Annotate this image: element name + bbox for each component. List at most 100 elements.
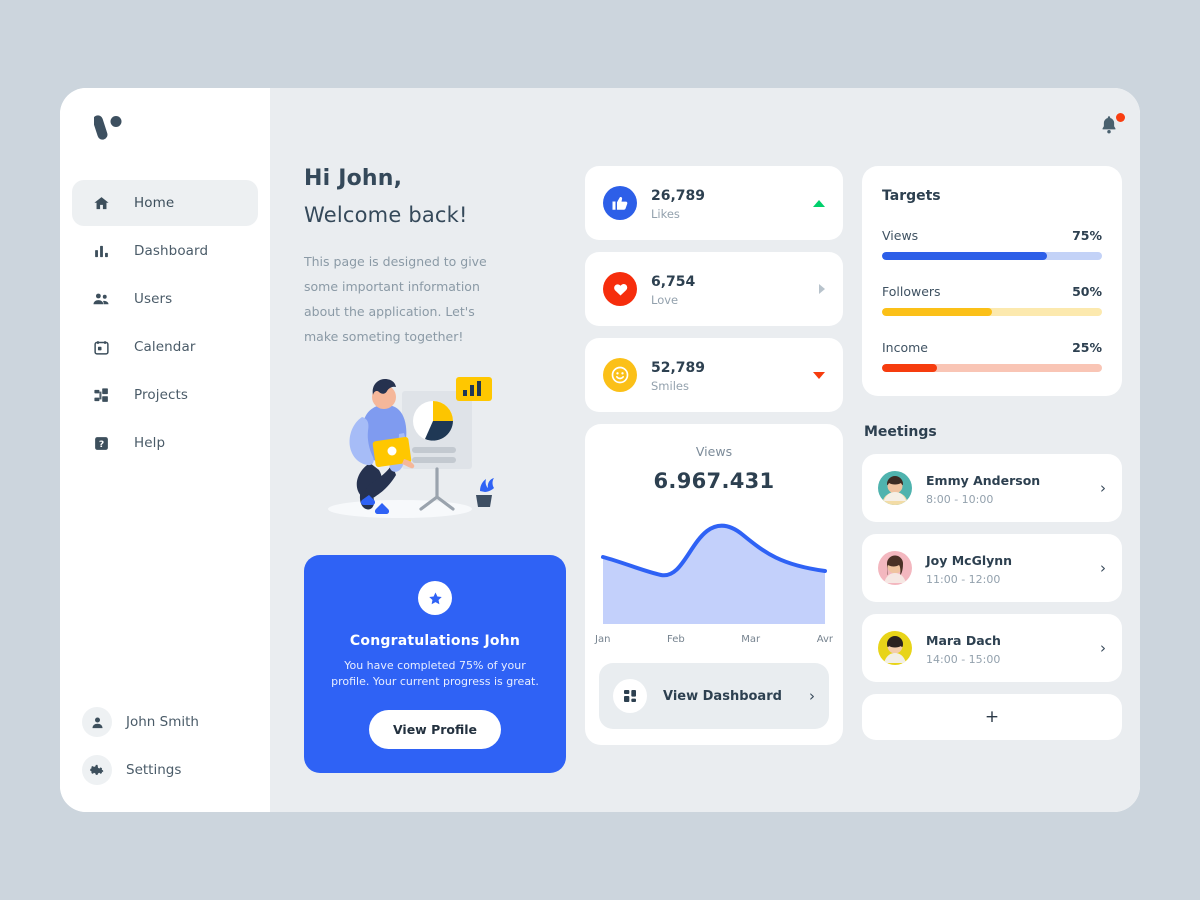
projects-icon: [90, 384, 112, 406]
add-meeting-button[interactable]: +: [862, 694, 1122, 740]
svg-text:?: ?: [98, 439, 103, 450]
sidebar-item-profile[interactable]: John Smith: [72, 698, 258, 746]
sidebar-item-settings[interactable]: Settings: [72, 746, 258, 794]
sidebar-item-label: Home: [134, 195, 175, 211]
view-dashboard-label: View Dashboard: [663, 688, 782, 704]
meeting-name: Mara Dach: [926, 633, 1001, 648]
x-tick-label: Jan: [595, 634, 611, 645]
views-chart-xaxis: Jan Feb Mar Avr: [585, 628, 843, 645]
target-label: Income: [882, 340, 928, 355]
stat-value: 52,789: [651, 360, 706, 376]
dashboard-columns: Hi John, Welcome back! This page is desi…: [304, 166, 1122, 812]
congratulations-card: Congratulations John You have completed …: [304, 555, 566, 773]
users-icon: [90, 288, 112, 310]
targets-title: Targets: [882, 188, 941, 204]
meeting-time: 8:00 - 10:00: [926, 493, 994, 506]
progress-fill: [882, 364, 937, 372]
meetings-title: Meetings: [864, 424, 937, 440]
topbar: [304, 88, 1125, 166]
sidebar-item-label: Projects: [134, 387, 189, 403]
sidebar-item-projects[interactable]: Projects: [72, 372, 258, 418]
meeting-name: Joy McGlynn: [926, 553, 1013, 568]
target-row-followers: Followers 50%: [882, 284, 1102, 316]
sidebar-bottom: John Smith Settings: [72, 698, 258, 794]
stat-card-love[interactable]: 6,754 Love: [585, 252, 843, 326]
progress-track: [882, 364, 1102, 372]
greeting-hi: Hi John,: [304, 166, 403, 191]
progress-fill: [882, 252, 1047, 260]
plus-icon: +: [984, 707, 1000, 727]
view-profile-button[interactable]: View Profile: [368, 710, 502, 749]
trend-up-icon: [813, 199, 825, 207]
sidebar-item-dashboard[interactable]: Dashboard: [72, 228, 258, 274]
star-icon: [418, 581, 452, 615]
meeting-time: 14:00 - 15:00: [926, 653, 1001, 666]
calendar-icon: [90, 336, 112, 358]
x-tick-label: Avr: [816, 634, 833, 645]
greeting-welcome: Welcome back!: [304, 203, 468, 227]
target-percent: 50%: [1072, 284, 1102, 299]
app-window: Home Dashboard Users Calendar Projects ?…: [60, 88, 1140, 812]
sidebar-item-home[interactable]: Home: [72, 180, 258, 226]
targets-card: Targets Views 75% Followers 50% Income 2…: [862, 166, 1122, 396]
heart-icon: [603, 272, 637, 306]
greeting-description: This page is designed to give some impor…: [304, 254, 487, 344]
sidebar-item-label: Help: [134, 435, 166, 451]
stat-card-smiles[interactable]: 52,789 Smiles: [585, 338, 843, 412]
gear-icon: [82, 755, 112, 785]
notifications-button[interactable]: [1098, 113, 1125, 140]
trend-flat-icon: [819, 284, 825, 294]
sidebar-item-calendar[interactable]: Calendar: [72, 324, 258, 370]
progress-fill: [882, 308, 992, 316]
sidebar-item-label: Calendar: [134, 339, 196, 355]
views-chart-value: 6.967.431: [653, 469, 775, 493]
x-tick-label: Mar: [741, 634, 761, 645]
thumbs-up-icon: [603, 186, 637, 220]
bar-chart-icon: [90, 240, 112, 262]
stat-label: Likes: [651, 207, 680, 221]
notification-badge: [1116, 113, 1125, 122]
congratulations-title: Congratulations John: [349, 633, 521, 649]
sidebar-item-users[interactable]: Users: [72, 276, 258, 322]
target-percent: 75%: [1072, 228, 1102, 243]
target-row-income: Income 25%: [882, 340, 1102, 372]
area-chart-svg: [601, 523, 827, 624]
illustration: [300, 363, 566, 527]
congratulations-text: You have completed 75% of your profile. …: [331, 659, 539, 688]
progress-track: [882, 308, 1102, 316]
target-percent: 25%: [1072, 340, 1102, 355]
help-icon: ?: [90, 432, 112, 454]
stat-value: 26,789: [651, 188, 706, 204]
view-dashboard-button[interactable]: View Dashboard ›: [599, 663, 829, 729]
chevron-right-icon: ›: [1100, 479, 1106, 497]
chevron-right-icon: ›: [1100, 639, 1106, 657]
meeting-item-mara[interactable]: Mara Dach 14:00 - 15:00 ›: [862, 614, 1122, 682]
home-icon: [90, 192, 112, 214]
target-label: Followers: [882, 284, 941, 299]
app-logo[interactable]: [72, 88, 258, 166]
chevron-right-icon: ›: [809, 687, 815, 705]
profile-name: John Smith: [126, 714, 199, 730]
avatar: [878, 551, 912, 585]
target-label: Views: [882, 228, 919, 243]
meeting-name: Emmy Anderson: [926, 473, 1041, 488]
meeting-item-joy[interactable]: Joy McGlynn 11:00 - 12:00 ›: [862, 534, 1122, 602]
views-chart-title: Views: [695, 444, 733, 459]
v-logo-icon: [94, 115, 122, 140]
trend-down-icon: [813, 371, 825, 379]
stat-card-likes[interactable]: 26,789 Likes: [585, 166, 843, 240]
views-chart-card: Views 6.967.431 Jan Feb Mar Avr View Das…: [585, 424, 843, 745]
avatar: [878, 631, 912, 665]
views-chart-plot: [585, 509, 843, 628]
grid-icon: [613, 679, 647, 713]
stat-label: Smiles: [651, 379, 689, 393]
sidebar-item-label: Users: [134, 291, 173, 307]
sidebar-item-help[interactable]: ? Help: [72, 420, 258, 466]
meeting-item-emmy[interactable]: Emmy Anderson 8:00 - 10:00 ›: [862, 454, 1122, 522]
chevron-right-icon: ›: [1100, 559, 1106, 577]
target-row-views: Views 75%: [882, 228, 1102, 260]
x-tick-label: Feb: [666, 634, 685, 645]
stat-label: Love: [651, 293, 679, 307]
column-stats: 26,789 Likes 6,754 Love 52,789 Smiles Vi…: [585, 166, 843, 812]
column-greeting: Hi John, Welcome back! This page is desi…: [304, 166, 566, 812]
